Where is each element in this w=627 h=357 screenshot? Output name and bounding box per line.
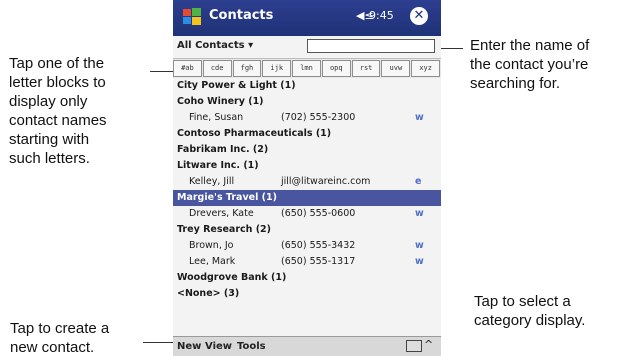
company-row[interactable]: Trey Research (2) [173,222,441,238]
clock[interactable]: 9:45 [369,9,394,22]
close-icon[interactable]: ✕ [410,7,428,25]
callout-new-contact: Tap to create a new contact. [10,320,110,356]
letter-block[interactable]: lmn [292,60,321,77]
tools-menu[interactable]: Tools [237,341,266,352]
callout-line-letters [150,71,173,72]
contact-detail: jill@litwareinc.com [281,176,371,187]
contact-type-tag: w [415,256,424,267]
callout-line-search [438,48,463,49]
contact-type-tag: e [415,176,422,187]
company-row[interactable]: Litware Inc. (1) [173,158,441,174]
letter-block[interactable]: rst [351,60,381,77]
view-menu[interactable]: View [205,341,232,352]
app-title: Contacts [209,8,274,23]
windows-flag-icon[interactable] [181,6,203,28]
contact-list: City Power & Light (1) Coho Winery (1) Fin… [173,78,441,336]
company-row-selected[interactable]: Margie's Travel (1) [173,190,441,206]
contact-row[interactable]: Drevers, Kate (650) 555-0600 w [173,206,441,222]
callout-category: Tap to select a category display. [474,293,586,329]
callout-search: Enter the name of the contact you’re sea… [470,37,590,92]
title-bar: Contacts ◀≤ 9:45 ✕ [173,0,441,36]
contact-row[interactable]: Fine, Susan (702) 555-2300 w [173,110,441,126]
input-selector-arrow[interactable]: ^ [424,338,433,351]
keyboard-icon[interactable] [406,340,422,352]
contact-name: Lee, Mark [189,256,236,267]
contact-row[interactable]: Lee, Mark (650) 555-1317 w [173,254,441,270]
contact-name: Drevers, Kate [189,208,254,219]
contact-row[interactable]: Brown, Jo (650) 555-3432 w [173,238,441,254]
contact-row[interactable]: Kelley, Jill jill@litwareinc.com e [173,174,441,190]
company-row[interactable]: Fabrikam Inc. (2) [173,142,441,158]
letter-block[interactable]: cde [202,60,232,77]
letter-block[interactable]: #ab [173,60,202,77]
contact-detail: (650) 555-3432 [281,240,356,251]
search-input[interactable] [307,39,435,53]
letter-block[interactable]: fgh [232,60,262,77]
letter-block[interactable]: xyz [411,60,441,77]
contact-type-tag: w [415,240,424,251]
contact-name: Kelley, Jill [189,176,235,187]
contact-type-tag: w [415,112,424,123]
contact-detail: (650) 555-1317 [281,256,356,267]
letter-block[interactable]: opq [321,60,351,77]
company-row[interactable]: Contoso Pharmaceuticals (1) [173,126,441,142]
contact-type-tag: w [415,208,424,219]
contact-name: Fine, Susan [189,112,244,123]
contact-detail: (650) 555-0600 [281,208,356,219]
letter-blocks: #ab cde fgh ijk lmn opq rst uvw xyz [173,60,441,77]
company-row[interactable]: City Power & Light (1) [173,78,441,94]
category-dropdown[interactable]: All Contacts ▾ [177,40,253,51]
filter-row: All Contacts ▾ [173,36,441,59]
company-row[interactable]: Coho Winery (1) [173,94,441,110]
contact-name: Brown, Jo [189,240,234,251]
menu-bar: New View Tools ^ [173,336,441,356]
company-row[interactable]: <None> (3) [173,286,441,302]
letter-block[interactable]: ijk [262,60,292,77]
contact-detail: (702) 555-2300 [281,112,356,123]
callout-letter-blocks: Tap one of the letter blocks to display … [9,55,107,167]
pocketpc-screen: Contacts ◀≤ 9:45 ✕ All Contacts ▾ #ab cde… [173,0,441,356]
new-button[interactable]: New [177,341,201,352]
letter-block[interactable]: uvw [381,60,411,77]
company-row[interactable]: Woodgrove Bank (1) [173,270,441,286]
